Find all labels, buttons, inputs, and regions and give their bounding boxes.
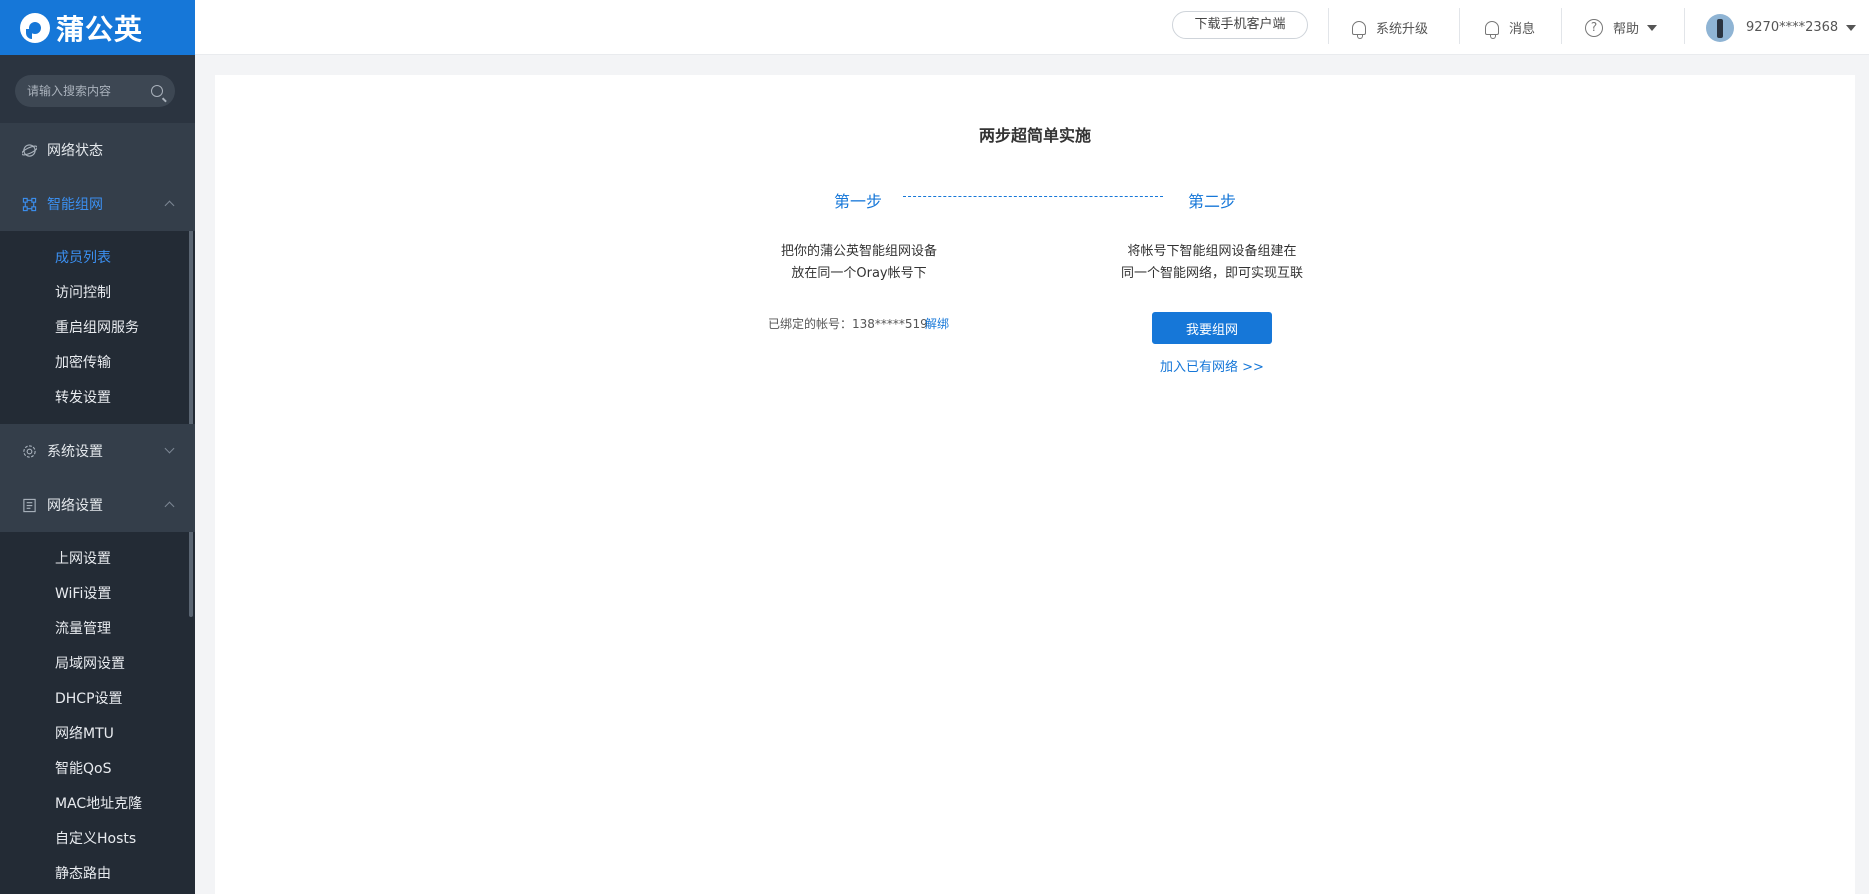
bell-icon (1485, 20, 1499, 39)
sidebar-item-mac-clone[interactable]: MAC地址克隆 (0, 787, 195, 822)
sidebar-item-encrypted-transfer[interactable]: 加密传输 (0, 346, 195, 381)
sidebar-item-custom-hosts[interactable]: 自定义Hosts (0, 822, 195, 857)
sidebar-item-smart-qos[interactable]: 智能QoS (0, 752, 195, 787)
sidebar-group-label: 系统设置 (47, 444, 103, 460)
sidebar-group-label: 智能组网 (47, 197, 103, 213)
help-label: 帮助 (1613, 22, 1640, 37)
page-title: 两步超简单实施 (978, 126, 1091, 145)
sidebar-group-smart-network[interactable]: 智能组网 (0, 177, 195, 231)
step-two-desc-line1: 将帐号下智能组网设备组建在 (1127, 244, 1297, 259)
chevron-down-icon (164, 443, 175, 454)
step-two-label: 第二步 (1188, 192, 1237, 211)
sidebar-item-lan-settings[interactable]: 局域网设置 (0, 647, 195, 682)
step-one-label: 第一步 (834, 192, 883, 211)
system-upgrade-button[interactable]: 系统升级 (1352, 0, 1428, 55)
sidebar-item-network-mtu[interactable]: 网络MTU (0, 717, 195, 752)
chevron-up-icon (164, 501, 175, 512)
caret-down-icon (1846, 24, 1857, 31)
sidebar-group-system-settings[interactable]: 系统设置 (0, 424, 195, 478)
sidebar-group-label: 网络设置 (47, 498, 103, 514)
top-header: 下载手机客户端 系统升级 消息 ? 帮助 9270****2368 (195, 0, 1869, 55)
sidebar-item-member-list[interactable]: 成员列表 (0, 241, 195, 276)
messages-button[interactable]: 消息 (1485, 0, 1535, 55)
globe-icon (22, 143, 37, 157)
sidebar-item-wifi-settings[interactable]: WiFi设置 (0, 577, 195, 612)
sidebar-item-restart-service[interactable]: 重启组网服务 (0, 311, 195, 346)
step-two-desc-line2: 同一个智能网络，即可实现互联 (1120, 266, 1303, 281)
help-menu[interactable]: ? 帮助 (1585, 0, 1658, 55)
sidebar-item-internet-settings[interactable]: 上网设置 (0, 542, 195, 577)
system-upgrade-label: 系统升级 (1376, 22, 1429, 37)
search-input[interactable] (27, 84, 151, 98)
chevron-up-icon (164, 200, 175, 211)
download-app-button[interactable]: 下载手机客户端 (1172, 11, 1308, 39)
sidebar-item-forwarding[interactable]: 转发设置 (0, 381, 195, 416)
avatar (1706, 13, 1734, 42)
step-connector (903, 196, 1163, 197)
sidebar-item-dhcp-settings[interactable]: DHCP设置 (0, 682, 195, 717)
network-icon (22, 197, 37, 211)
unbind-link[interactable]: 解绑 (925, 315, 949, 332)
help-icon: ? (1585, 18, 1603, 37)
sidebar-group-network-status[interactable]: 网络状态 (0, 123, 195, 177)
divider (1328, 8, 1329, 44)
account-label: 9270****2368 (1746, 20, 1839, 35)
sidebar-item-access-control[interactable]: 访问控制 (0, 276, 195, 311)
step-two-description: 将帐号下智能组网设备组建在 同一个智能网络，即可实现互联 (1092, 241, 1332, 285)
sidebar-group-label: 网络状态 (47, 143, 103, 159)
brand-name: 蒲公英 (56, 12, 144, 46)
messages-label: 消息 (1509, 22, 1536, 37)
step-one-description: 把你的蒲公英智能组网设备 放在同一个Oray帐号下 (739, 241, 979, 285)
sidebar-item-traffic-management[interactable]: 流量管理 (0, 612, 195, 647)
caret-down-icon (1647, 24, 1658, 31)
divider (1561, 8, 1562, 44)
logo-icon (20, 12, 50, 43)
sidebar-item-static-route[interactable]: 静态路由 (0, 857, 195, 892)
search-icon[interactable] (151, 85, 163, 97)
network-settings-submenu: 上网设置 WiFi设置 流量管理 局域网设置 DHCP设置 网络MTU 智能Qo… (0, 532, 195, 894)
divider (1459, 8, 1460, 44)
main-panel: 两步超简单实施 第一步 第二步 把你的蒲公英智能组网设备 放在同一个Oray帐号… (215, 75, 1855, 894)
join-existing-network-link[interactable]: 加入已有网络 >> (1160, 356, 1264, 375)
upgrade-bell-icon (1352, 20, 1366, 39)
gear-icon (23, 444, 36, 458)
create-network-button[interactable]: 我要组网 (1152, 312, 1272, 344)
step-one-desc-line1: 把你的蒲公英智能组网设备 (780, 244, 937, 259)
search-box (15, 75, 175, 107)
divider (1684, 8, 1685, 44)
account-menu[interactable]: 9270****2368 (1706, 0, 1857, 55)
document-icon (23, 498, 36, 512)
sidebar: 蒲公英 网络状态 智能组网 成员列表 访问控制 重启组网服务 加密传输 转发设置… (0, 0, 195, 894)
sidebar-group-network-settings[interactable]: 网络设置 (0, 478, 195, 532)
logo[interactable]: 蒲公英 (0, 0, 195, 55)
smart-network-submenu: 成员列表 访问控制 重启组网服务 加密传输 转发设置 (0, 231, 195, 424)
bound-account-text: 已绑定的帐号：138*****519 (768, 317, 928, 331)
step-one-desc-line2: 放在同一个Oray帐号下 (791, 266, 927, 281)
